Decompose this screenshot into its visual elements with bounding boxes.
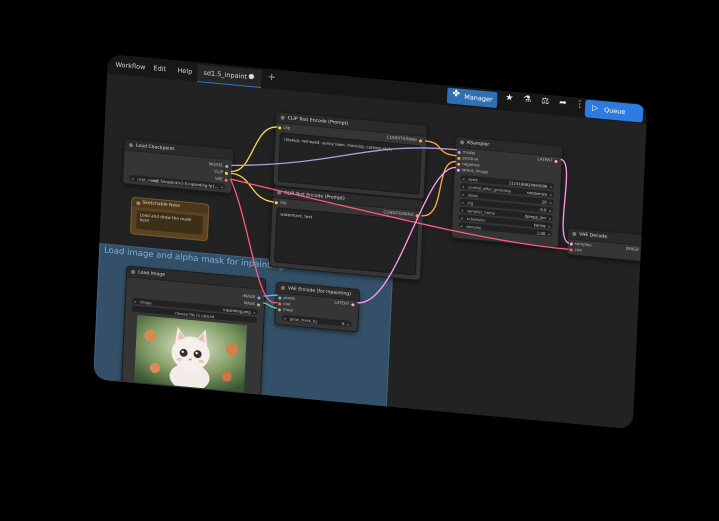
manager-label: Manager	[464, 93, 493, 104]
unsaved-dot-icon[interactable]: ●	[248, 72, 254, 80]
wire-latent-out	[560, 158, 570, 244]
play-icon: ▷	[591, 103, 599, 113]
wire-model	[231, 147, 457, 167]
menu-edit[interactable]: Edit	[153, 64, 166, 73]
comfyui-window: Workflow Edit Help sd1.5_inpaint ● + ✤ M…	[93, 54, 648, 430]
share-icon[interactable]: ➦	[559, 98, 567, 109]
wire-mask	[263, 302, 278, 309]
menu-help[interactable]: Help	[177, 66, 192, 75]
connection-wires	[230, 126, 570, 309]
queue-label: Queue	[603, 106, 626, 116]
add-tab-icon[interactable]: +	[267, 72, 276, 84]
wire-vae-decode	[230, 178, 569, 250]
scale-icon[interactable]: ⚖	[541, 96, 550, 107]
menu-icon[interactable]: ⋮	[575, 99, 584, 110]
star-icon[interactable]: ★	[505, 93, 514, 104]
flask-icon[interactable]: ⚗	[523, 95, 532, 106]
manager-button[interactable]: ✤ Manager	[446, 87, 498, 108]
menu-workflow[interactable]: Workflow	[115, 61, 145, 72]
workflow-tab-label: sd1.5_inpaint	[203, 68, 248, 81]
graph-canvas[interactable]: Load image and alpha mask for inpainting…	[93, 73, 648, 430]
screenshot-stage: Workflow Edit Help sd1.5_inpaint ● + ✤ M…	[0, 0, 719, 521]
puzzle-icon: ✤	[452, 89, 461, 100]
wire-vae-encode	[230, 178, 278, 304]
wire-clip-positive	[231, 126, 278, 172]
